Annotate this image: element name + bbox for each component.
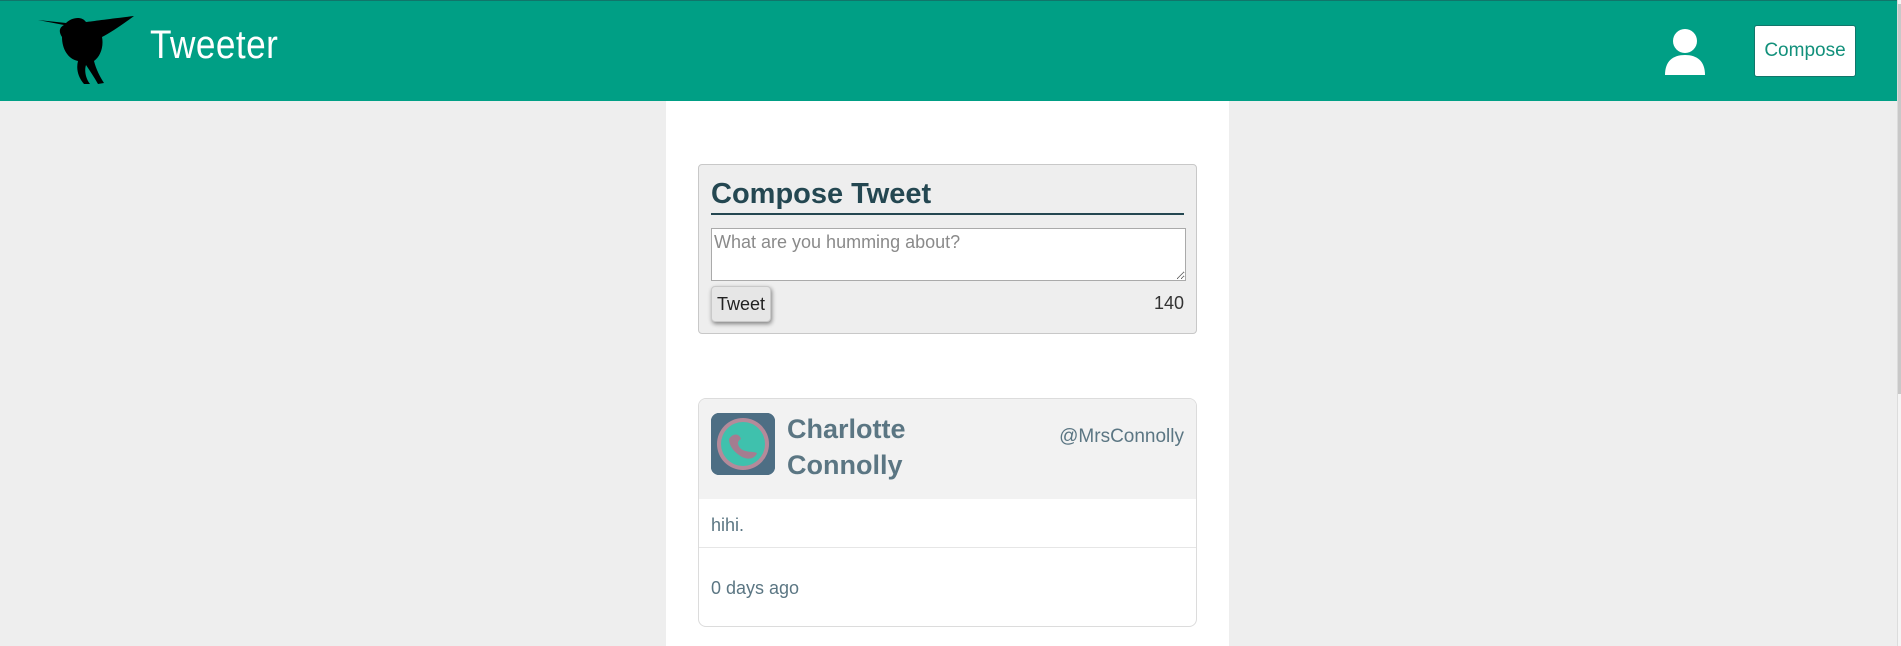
compose-nav-button[interactable]: Compose bbox=[1754, 25, 1856, 77]
tweet-button[interactable]: Tweet bbox=[711, 286, 771, 322]
brand-title[interactable]: Tweeter bbox=[150, 25, 278, 65]
main-container: Compose Tweet Tweet 140 Charlotte Connol… bbox=[666, 101, 1229, 646]
tweet-text: hihi. bbox=[711, 515, 745, 535]
compose-tweet-form: Compose Tweet Tweet 140 bbox=[698, 164, 1197, 334]
avatar bbox=[711, 413, 775, 475]
hummingbird-logo bbox=[38, 16, 134, 84]
tweet-author-handle: @MrsConnolly bbox=[1059, 426, 1184, 447]
tweet-card: Charlotte Connolly @MrsConnolly hihi. 0 … bbox=[698, 398, 1197, 627]
char-counter: 140 bbox=[1153, 293, 1184, 313]
top-nav-bar: Tweeter Compose bbox=[0, 0, 1897, 101]
tweet-author-name: Charlotte Connolly bbox=[787, 414, 906, 481]
tweet-textarea[interactable] bbox=[711, 228, 1186, 281]
tweet-timestamp: 0 days ago bbox=[711, 578, 800, 598]
user-icon[interactable] bbox=[1663, 27, 1707, 75]
compose-title: Compose Tweet bbox=[711, 178, 1184, 215]
avatar-image bbox=[711, 413, 775, 475]
tweet-divider bbox=[699, 547, 1196, 548]
tweet-header: Charlotte Connolly @MrsConnolly bbox=[699, 399, 1196, 499]
